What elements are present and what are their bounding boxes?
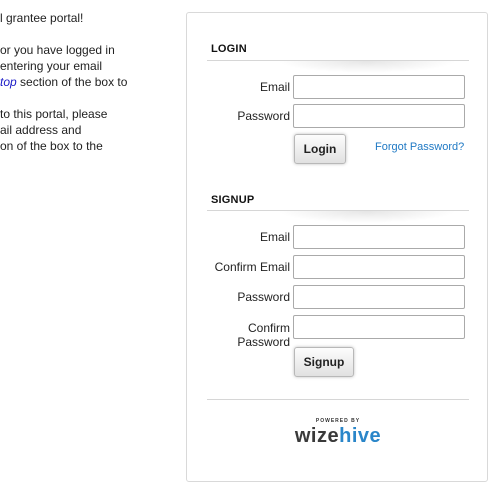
signup-password-input[interactable] — [293, 285, 465, 309]
signup-confirm-email-row: Confirm Email — [187, 255, 487, 279]
intro-text: l grantee portal! or you have logged in … — [0, 10, 175, 170]
signup-heading: SIGNUP — [211, 194, 255, 206]
signup-button[interactable]: Signup — [294, 347, 354, 377]
intro-line: on of the box to the — [0, 139, 103, 153]
signup-email-row: Email — [187, 225, 487, 249]
intro-emphasis: top — [0, 75, 17, 89]
signup-confirm-password-label: Confirm Password — [237, 321, 290, 349]
intro-paragraph-2: or you have logged in entering your emai… — [0, 42, 175, 90]
powered-by-label: POWERED BY — [315, 418, 361, 424]
signup-email-input[interactable] — [293, 225, 465, 249]
login-heading: LOGIN — [211, 43, 247, 55]
intro-paragraph-1: l grantee portal! — [0, 10, 175, 26]
auth-card: LOGIN Email Password Login Forgot Passwo… — [186, 12, 488, 482]
intro-line: to this portal, please — [0, 107, 108, 121]
signup-email-label: Email — [259, 230, 290, 244]
logo-wize: wize — [294, 425, 340, 447]
intro-paragraph-3: to this portal, please ail address and o… — [0, 106, 175, 154]
login-divider-shadow — [277, 61, 457, 73]
signup-confirm-email-label: Confirm Email — [214, 260, 290, 274]
login-password-label: Password — [237, 109, 290, 123]
confirm-password-label-line2: Password — [237, 335, 290, 349]
signup-confirm-password-row: Confirm Password — [187, 315, 487, 349]
login-email-row: Email — [187, 75, 487, 99]
confirm-password-label-line1: Confirm — [247, 321, 290, 335]
signup-password-row: Password — [187, 285, 487, 309]
login-email-input[interactable] — [293, 75, 465, 99]
intro-line: section of the box to — [16, 75, 128, 89]
intro-line: entering your email — [0, 59, 103, 73]
login-email-label: Email — [259, 80, 290, 94]
intro-line: ail address and — [0, 123, 82, 137]
intro-line: or you have logged in — [0, 43, 115, 57]
wizehive-logo: wizehive — [187, 425, 489, 448]
login-password-row: Password — [187, 104, 487, 128]
signup-divider-shadow — [277, 211, 457, 223]
signup-confirm-password-input[interactable] — [293, 315, 465, 339]
footer-divider — [207, 399, 469, 400]
signup-password-label: Password — [237, 290, 290, 304]
signup-confirm-email-input[interactable] — [293, 255, 465, 279]
forgot-password-link[interactable]: Forgot Password? — [375, 141, 464, 153]
logo-hive: hive — [339, 425, 382, 447]
login-password-input[interactable] — [293, 104, 465, 128]
login-button[interactable]: Login — [294, 134, 346, 164]
intro-line: l grantee portal! — [0, 11, 84, 25]
